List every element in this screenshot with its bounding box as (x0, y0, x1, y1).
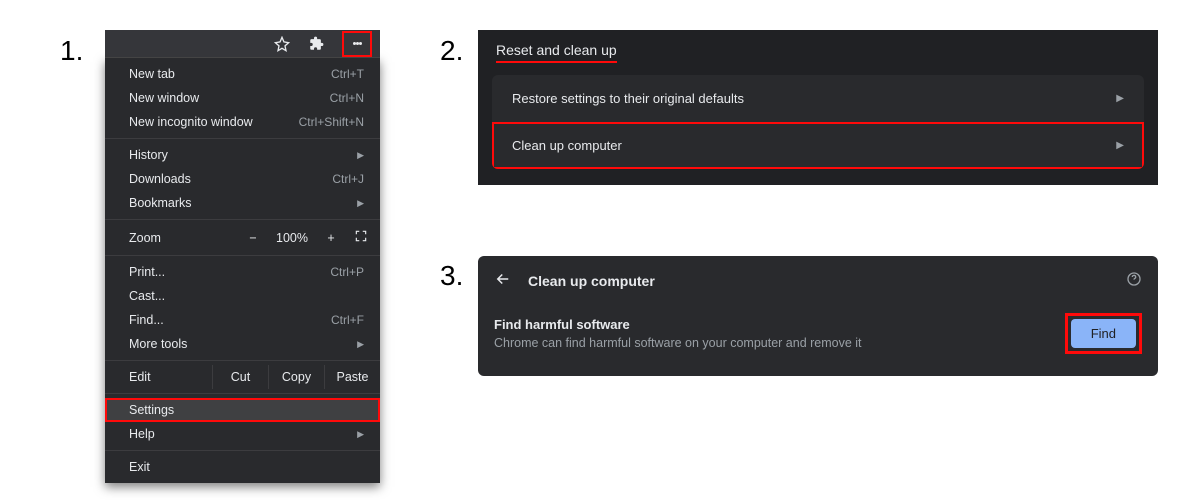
back-arrow-icon[interactable] (494, 270, 512, 291)
menu-shortcut: Ctrl+T (331, 67, 364, 81)
chevron-right-icon: ▶ (357, 150, 364, 161)
menu-item-zoom: Zoom − 100% + (105, 224, 380, 251)
edit-label: Edit (105, 365, 212, 389)
menu-label: Exit (129, 460, 150, 474)
menu-label: New incognito window (129, 115, 253, 129)
menu-item-find[interactable]: Find... Ctrl+F (105, 308, 380, 332)
menu-item-settings[interactable]: Settings (105, 398, 380, 422)
menu-item-cast[interactable]: Cast... (105, 284, 380, 308)
reset-cleanup-section: Reset and clean up Restore settings to t… (478, 30, 1158, 185)
panel-title: Clean up computer (528, 273, 655, 289)
zoom-value: 100% (276, 231, 308, 245)
row-restore-defaults[interactable]: Restore settings to their original defau… (492, 75, 1144, 122)
menu-shortcut: Ctrl+Shift+N (299, 115, 364, 129)
menu-item-print[interactable]: Print... Ctrl+P (105, 260, 380, 284)
menu-item-new-window[interactable]: New window Ctrl+N (105, 86, 380, 110)
menu-label: New tab (129, 67, 175, 81)
row-label: Restore settings to their original defau… (512, 91, 744, 106)
panel-header: Clean up computer (478, 256, 1158, 305)
step-1-label: 1. (60, 35, 83, 67)
menu-label: History (129, 148, 168, 162)
menu-label: Print... (129, 265, 165, 279)
fullscreen-icon[interactable] (354, 229, 368, 246)
chevron-right-icon: ▶ (357, 339, 364, 350)
cleanup-text: Find harmful software Chrome can find ha… (494, 317, 862, 350)
cleanup-computer-panel: Clean up computer Find harmful software … (478, 256, 1158, 376)
menu-item-downloads[interactable]: Downloads Ctrl+J (105, 167, 380, 191)
menu-label: Cast... (129, 289, 165, 303)
menu-item-help[interactable]: Help ▶ (105, 422, 380, 446)
kebab-menu-icon[interactable] (349, 36, 365, 52)
step-3-label: 3. (440, 260, 463, 292)
menu-label: Bookmarks (129, 196, 192, 210)
panel-body: Find harmful software Chrome can find ha… (478, 305, 1158, 376)
chrome-main-menu: New tab Ctrl+T New window Ctrl+N New inc… (105, 58, 380, 483)
find-harmful-heading: Find harmful software (494, 317, 862, 332)
menu-item-edit-row: Edit Cut Copy Paste (105, 365, 380, 389)
section-title: Reset and clean up (496, 42, 617, 63)
find-button-highlight: Find (1065, 313, 1142, 354)
menu-label: Settings (129, 403, 174, 417)
zoom-out-button[interactable]: − (246, 231, 260, 245)
row-clean-up-computer[interactable]: Clean up computer ▶ (492, 122, 1144, 169)
row-label: Clean up computer (512, 138, 622, 153)
settings-card: Restore settings to their original defau… (492, 75, 1144, 169)
menu-shortcut: Ctrl+F (331, 313, 364, 327)
menu-label: More tools (129, 337, 187, 351)
paste-button[interactable]: Paste (324, 365, 380, 389)
help-icon[interactable] (1126, 271, 1142, 290)
menu-label: Help (129, 427, 155, 441)
menu-item-history[interactable]: History ▶ (105, 143, 380, 167)
chrome-menu-panel: New tab Ctrl+T New window Ctrl+N New inc… (105, 30, 380, 483)
menu-label: New window (129, 91, 199, 105)
bookmark-star-icon[interactable] (274, 36, 290, 52)
copy-button[interactable]: Copy (268, 365, 324, 389)
browser-toolbar (105, 30, 380, 58)
menu-item-exit[interactable]: Exit (105, 455, 380, 479)
chevron-right-icon: ▶ (1116, 140, 1124, 151)
menu-shortcut: Ctrl+N (330, 91, 364, 105)
menu-label: Downloads (129, 172, 191, 186)
menu-item-incognito[interactable]: New incognito window Ctrl+Shift+N (105, 110, 380, 134)
menu-shortcut: Ctrl+J (332, 172, 364, 186)
menu-item-bookmarks[interactable]: Bookmarks ▶ (105, 191, 380, 215)
zoom-label: Zoom (129, 231, 161, 245)
step-2-label: 2. (440, 35, 463, 67)
chevron-right-icon: ▶ (357, 429, 364, 440)
menu-item-new-tab[interactable]: New tab Ctrl+T (105, 62, 380, 86)
chevron-right-icon: ▶ (357, 198, 364, 209)
chevron-right-icon: ▶ (1116, 93, 1124, 104)
menu-label: Find... (129, 313, 164, 327)
zoom-in-button[interactable]: + (324, 231, 338, 245)
menu-item-more-tools[interactable]: More tools ▶ (105, 332, 380, 356)
kebab-menu-highlight (342, 31, 372, 57)
cut-button[interactable]: Cut (212, 365, 268, 389)
find-harmful-desc: Chrome can find harmful software on your… (494, 336, 862, 350)
find-button[interactable]: Find (1071, 319, 1136, 348)
menu-shortcut: Ctrl+P (330, 265, 364, 279)
extensions-icon[interactable] (308, 36, 324, 52)
